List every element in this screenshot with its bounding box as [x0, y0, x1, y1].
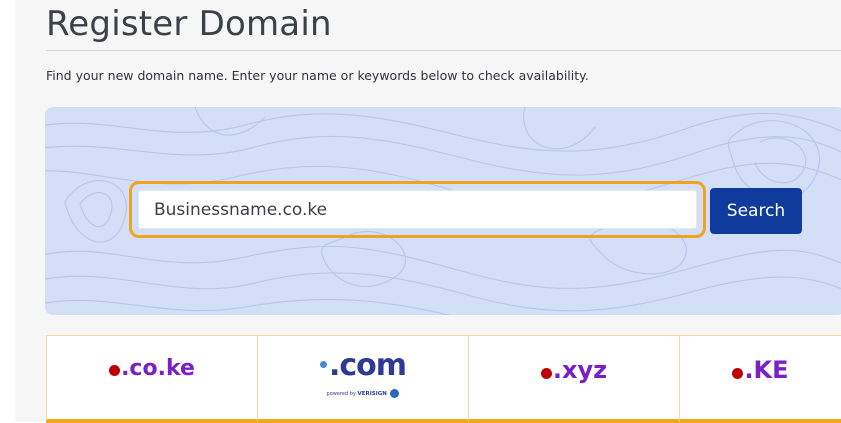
tld-card-xyz[interactable]: .xyz [468, 336, 679, 423]
page: Register Domain Find your new domain nam… [15, 0, 841, 423]
co-ke-logo: .co.ke [47, 356, 257, 381]
search-field-focus-ring [129, 181, 706, 238]
intro-text: Find your new domain name. Enter your na… [46, 68, 589, 83]
tld-card-ke[interactable]: .KE [679, 336, 841, 423]
red-dot-icon [732, 368, 744, 379]
domain-search-input[interactable] [138, 190, 697, 229]
page-title: Register Domain [46, 4, 332, 44]
blue-dot-icon [319, 361, 327, 368]
tld-card-com[interactable]: .com powered by VERISIGN [257, 336, 468, 423]
title-divider [46, 50, 841, 51]
verisign-badge: powered by VERISIGN [258, 389, 468, 398]
red-dot-icon [540, 368, 552, 379]
tld-options: .co.ke .com powered by VERISIGN .xyz .KE [46, 335, 841, 423]
verisign-check-icon [390, 389, 400, 398]
ke-logo: .KE [680, 356, 841, 384]
xyz-logo: .xyz [469, 356, 679, 384]
tld-card-co-ke[interactable]: .co.ke [46, 336, 257, 423]
search-button[interactable]: Search [710, 188, 802, 234]
com-logo: .com [258, 348, 468, 383]
red-dot-icon [109, 365, 121, 376]
